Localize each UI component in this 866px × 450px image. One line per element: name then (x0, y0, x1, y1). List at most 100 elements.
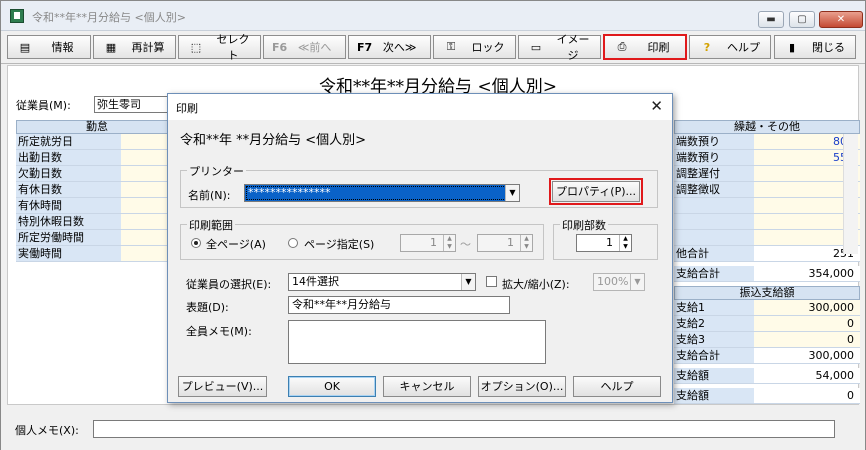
toolbar: ▤ 情報 ▦ 再計算 ⬚ セレクト F6 ≪前へ F7 次へ≫ ⚿ ロック ▭ イメージ ⎙ 印… (1, 32, 865, 64)
range-group-label: 印刷範囲 (187, 217, 235, 233)
carryover-row (674, 214, 860, 230)
close-label: 閉じる (812, 41, 845, 54)
pay-total-row: 支給合計 354,000 (674, 266, 860, 282)
minimize-button[interactable]: ▬ (758, 11, 784, 28)
next-label: 次へ≫ (382, 41, 417, 54)
to-page-spinner[interactable]: 1 ▲ ▼ (477, 234, 533, 252)
lock-label: ロック (471, 41, 505, 54)
kintai-label: 実働時間 (16, 246, 121, 261)
transfer-label: 支給合計 (674, 348, 754, 363)
kintai-row: 有休日数 (16, 182, 178, 198)
title-bar: 令和**年**月分給与 <個人別> ▬ ▢ ✕ (1, 1, 865, 31)
kintai-label: 所定就労日 (16, 134, 121, 149)
range-tilde: 〜 (460, 238, 471, 251)
transfer-value: 300,000 (754, 348, 860, 363)
ok-button[interactable]: OK (288, 376, 376, 397)
select-label: セレクト (216, 33, 250, 62)
employee-select[interactable]: 14件選択 ▼ (288, 273, 476, 291)
all-pages-radio[interactable] (191, 238, 201, 248)
maximize-button[interactable]: ▢ (789, 11, 815, 28)
carryover-label: 端数預り (674, 134, 754, 149)
help-icon: ? (703, 40, 711, 54)
close-window-button[interactable]: ✕ (819, 11, 863, 28)
door-icon: ▮ (788, 40, 796, 54)
help-label: ヘルプ (727, 41, 760, 54)
memo-bar: 個人メモ(X): (1, 406, 865, 450)
employee-select-value: 14件選択 (292, 275, 339, 288)
zoom-select[interactable]: 100% ▼ (593, 273, 645, 291)
from-page-spinner[interactable]: 1 ▲ ▼ (400, 234, 456, 252)
transfer-value[interactable]: 0 (754, 332, 860, 347)
cash-value: 54,000 (754, 368, 860, 383)
recalc-button[interactable]: ▦ 再計算 (93, 35, 176, 59)
info-icon: ▤ (19, 40, 31, 54)
kintai-label: 有休日数 (16, 182, 121, 197)
transfer-row: 支給1 300,000 (674, 300, 860, 316)
printer-select[interactable]: *************** ▼ (244, 184, 520, 202)
spinner-arrows-icon: ▲ ▼ (520, 235, 532, 251)
all-pages-label: 全ページ(A) (206, 238, 266, 251)
info-label: 情報 (51, 41, 74, 54)
prev-button[interactable]: F6 ≪前へ (263, 35, 346, 59)
dialog-close-icon[interactable]: ✕ (650, 97, 663, 115)
image-label: イメージ (556, 33, 590, 62)
kintai-row: 特別休暇日数 (16, 214, 178, 230)
all-memo-label: 全員メモ(M): (186, 325, 252, 338)
kintai-label: 特別休暇日数 (16, 214, 121, 229)
vertical-scrollbar[interactable] (843, 134, 858, 254)
chevron-down-icon: ▼ (630, 274, 644, 290)
copies-group-label: 印刷部数 (560, 217, 608, 233)
kintai-table: 勤怠 所定就労日 出勤日数 欠勤日数 有休日数 有休時間 特別休暇日数 所定労働… (16, 120, 178, 262)
carryover-row (674, 230, 860, 246)
zoom-checkbox[interactable] (486, 276, 497, 287)
carryover-header: 繰越・その他 (674, 120, 860, 134)
chevron-down-icon: ▼ (461, 274, 475, 290)
all-memo-input[interactable] (288, 320, 546, 364)
print-button[interactable]: ⎙ 印刷 (603, 34, 687, 60)
info-button[interactable]: ▤ 情報 (7, 35, 91, 59)
printer-name-label: 名前(N): (188, 189, 231, 202)
image-button[interactable]: ▭ イメージ (518, 33, 601, 62)
transfer-value[interactable]: 0 (754, 316, 860, 331)
close-button[interactable]: ▮ 閉じる (774, 35, 856, 59)
f7-key-label: F7 (357, 40, 373, 54)
employee-name-field[interactable]: 弥生零司 (94, 96, 170, 113)
transfer-value[interactable]: 300,000 (754, 300, 860, 315)
cash-label: 支給額 (674, 368, 754, 383)
page-spec-radio[interactable] (288, 238, 298, 248)
kintai-row: 実働時間 (16, 246, 178, 262)
memo-input[interactable] (93, 420, 835, 438)
memo-label: 個人メモ(X): (15, 424, 79, 437)
zoom-label: 拡大/縮小(Z): (502, 278, 570, 291)
preview-button[interactable]: プレビュー(V)... (178, 376, 267, 397)
carryover-label: 調整遅付 (674, 166, 754, 181)
kintai-row: 出勤日数 (16, 150, 178, 166)
select-icon: ⬚ (190, 40, 202, 54)
spinner-arrows-icon: ▲ ▼ (619, 235, 631, 251)
option-button[interactable]: オプション(O)... (478, 376, 566, 397)
zoom-value: 100% (597, 275, 629, 288)
print-dialog: 印刷 ✕ 令和**年 **月分給与 <個人別> プリンター 名前(N): ***… (167, 93, 673, 403)
kintai-row: 欠勤日数 (16, 166, 178, 182)
kintai-row: 有休時間 (16, 198, 178, 214)
subject-input[interactable]: 令和**年**月分給与 (288, 296, 510, 314)
help-button[interactable]: ? ヘルプ (689, 35, 771, 59)
dialog-help-button[interactable]: ヘルプ (573, 376, 661, 397)
cancel-button[interactable]: キャンセル (383, 376, 471, 397)
kintai-row: 所定労働時間 (16, 230, 178, 246)
transfer-row: 支給2 0 (674, 316, 860, 332)
transfer-row: 支給合計 300,000 (674, 348, 860, 364)
to-page-value: 1 (507, 236, 514, 249)
next-button[interactable]: F7 次へ≫ (348, 35, 431, 59)
copies-spinner[interactable]: 1 ▲ ▼ (576, 234, 632, 252)
select-button[interactable]: ⬚ セレクト (178, 33, 261, 62)
lock-button[interactable]: ⚿ ロック (433, 35, 516, 59)
f6-key-label: F6 (272, 40, 288, 54)
dialog-title-bar: 印刷 ✕ (168, 94, 672, 120)
carryover-label (674, 230, 754, 245)
subject-label: 表題(D): (186, 301, 229, 314)
properties-button[interactable]: プロパティ(P)... (549, 178, 643, 205)
transfer-row: 支給3 0 (674, 332, 860, 348)
dialog-heading: 令和**年 **月分給与 <個人別> (180, 133, 367, 148)
pay-total-label: 支給合計 (674, 266, 754, 281)
